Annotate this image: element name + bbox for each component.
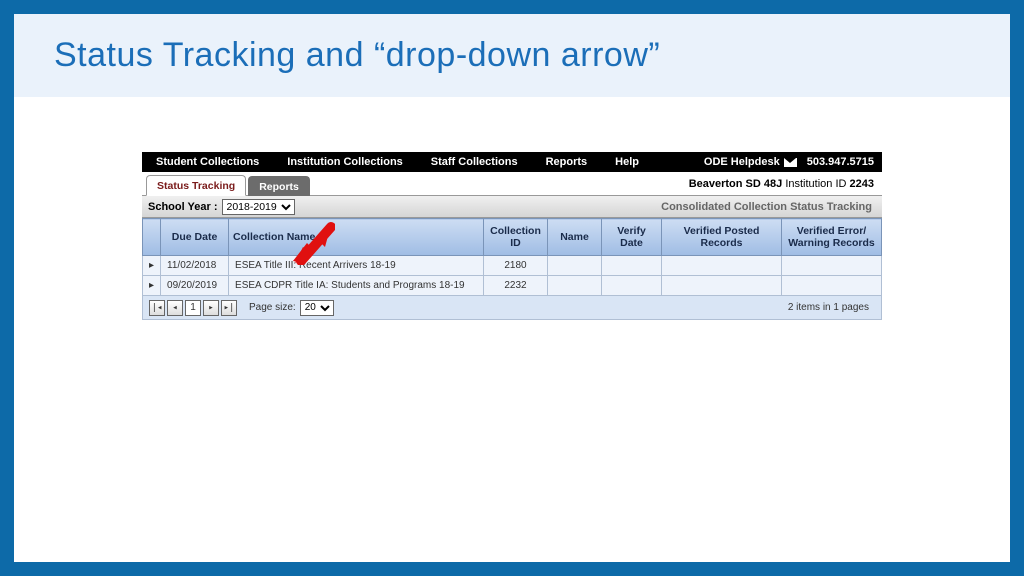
cell-name	[548, 276, 602, 296]
cell-name	[548, 256, 602, 276]
table-row: ▸ 11/02/2018 ESEA Title III: Recent Arri…	[143, 256, 882, 276]
institution-name: Beaverton SD 48J	[689, 178, 783, 190]
title-band: Status Tracking and “drop-down arrow”	[14, 14, 1010, 97]
col-name[interactable]: Name	[548, 219, 602, 256]
mail-icon	[784, 158, 797, 167]
cell-verified-error	[782, 256, 882, 276]
pager-prev-icon[interactable]: ◂	[167, 300, 183, 316]
institution-id: 2243	[850, 178, 874, 190]
slide-frame: Status Tracking and “drop-down arrow” St…	[0, 0, 1024, 576]
app-frame: Student Collections Institution Collecti…	[142, 152, 882, 320]
cell-verified-posted	[662, 256, 782, 276]
pager-summary: 2 items in 1 pages	[788, 302, 875, 313]
cell-verify-date	[602, 256, 662, 276]
helpdesk-phone: 503.947.5715	[803, 156, 882, 168]
expand-row-icon[interactable]: ▸	[143, 256, 161, 276]
pager-next-icon[interactable]: ▸	[203, 300, 219, 316]
institution-id-label: Institution ID	[785, 178, 846, 190]
col-due-date[interactable]: Due Date	[161, 219, 229, 256]
topbar: Student Collections Institution Collecti…	[142, 152, 882, 172]
nav-student-collections[interactable]: Student Collections	[142, 156, 273, 168]
col-collection-name[interactable]: Collection Name	[229, 219, 484, 256]
cell-due-date: 11/02/2018	[161, 256, 229, 276]
page-size-select[interactable]: 20	[300, 300, 334, 316]
page-title: Status Tracking and “drop-down arrow”	[54, 36, 970, 75]
tab-reports[interactable]: Reports	[248, 176, 310, 196]
cell-due-date: 09/20/2019	[161, 276, 229, 296]
cell-collection-name: ESEA CDPR Title IA: Students and Program…	[229, 276, 484, 296]
cell-collection-name: ESEA Title III: Recent Arrivers 18-19	[229, 256, 484, 276]
school-year-label: School Year :	[148, 201, 218, 213]
collection-subtitle: Consolidated Collection Status Tracking	[661, 201, 876, 213]
tab-row: Status Tracking Reports Beaverton SD 48J…	[142, 172, 882, 196]
col-collection-id[interactable]: Collection ID	[484, 219, 548, 256]
institution-label: Beaverton SD 48J Institution ID 2243	[689, 178, 882, 190]
nav-staff-collections[interactable]: Staff Collections	[417, 156, 532, 168]
nav-reports[interactable]: Reports	[532, 156, 602, 168]
status-grid: Due Date Collection Name Collection ID N…	[142, 218, 882, 296]
nav-institution-collections[interactable]: Institution Collections	[273, 156, 417, 168]
expand-row-icon[interactable]: ▸	[143, 276, 161, 296]
page-size-label: Page size:	[249, 302, 296, 313]
col-expand	[143, 219, 161, 256]
content-area: Student Collections Institution Collecti…	[14, 97, 1010, 562]
pager-first-icon[interactable]: |◂	[149, 300, 165, 316]
nav-help[interactable]: Help	[601, 156, 653, 168]
pager-page-number[interactable]: 1	[185, 300, 201, 316]
cell-collection-id: 2180	[484, 256, 548, 276]
school-year-select[interactable]: 2018-2019	[222, 199, 295, 215]
cell-verified-error	[782, 276, 882, 296]
pager: |◂ ◂ 1 ▸ ▸| Page size: 20 2 items in 1 p…	[142, 296, 882, 320]
cell-verified-posted	[662, 276, 782, 296]
col-verified-error-warning-records[interactable]: Verified Error/ Warning Records	[782, 219, 882, 256]
pager-last-icon[interactable]: ▸|	[221, 300, 237, 316]
helpdesk-link[interactable]: ODE Helpdesk	[698, 156, 803, 168]
cell-collection-id: 2232	[484, 276, 548, 296]
tab-status-tracking[interactable]: Status Tracking	[146, 175, 246, 196]
col-verified-posted-records[interactable]: Verified Posted Records	[662, 219, 782, 256]
col-verify-date[interactable]: Verify Date	[602, 219, 662, 256]
table-row: ▸ 09/20/2019 ESEA CDPR Title IA: Student…	[143, 276, 882, 296]
cell-verify-date	[602, 276, 662, 296]
filter-bar: School Year : 2018-2019 Consolidated Col…	[142, 196, 882, 218]
helpdesk-label: ODE Helpdesk	[704, 156, 780, 168]
